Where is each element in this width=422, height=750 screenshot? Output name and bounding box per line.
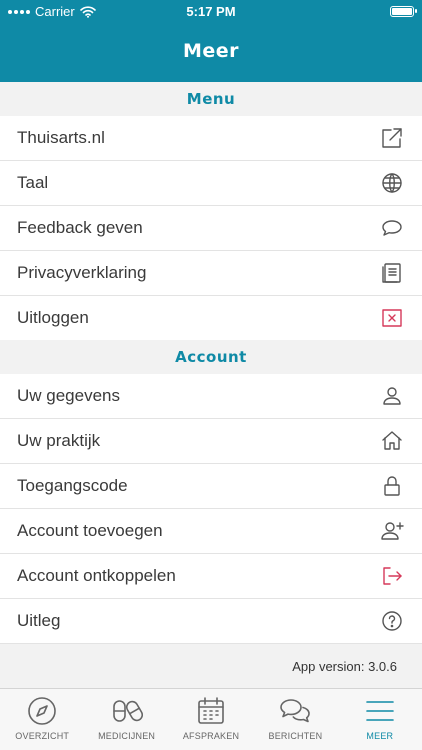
globe-icon — [378, 169, 406, 197]
page-title: Meer — [182, 40, 240, 62]
account-item-label: Toegangscode — [17, 476, 128, 495]
external-link-icon — [378, 124, 406, 152]
calendar-icon — [198, 697, 224, 724]
account-item-uitleg[interactable]: Uitleg — [0, 599, 422, 644]
menu-item-uitloggen[interactable]: Uitloggen — [0, 296, 422, 341]
account-item-label: Uw praktijk — [17, 431, 101, 450]
home-icon — [378, 427, 406, 455]
menu-item-label: Uitloggen — [17, 308, 89, 327]
menu-item-label: Thuisarts.nl — [17, 128, 105, 147]
close-box-icon — [378, 304, 406, 332]
menu-item-privacy[interactable]: Privacyverklaring — [0, 251, 422, 296]
menu-item-label: Taal — [17, 173, 49, 192]
chat-icon — [280, 699, 311, 723]
tab-bar: OVERZICHT MEDICIJNEN AFSPRAKEN BERICHTEN… — [0, 688, 422, 750]
menu-item-thuisarts[interactable]: Thuisarts.nl — [0, 116, 422, 161]
compass-icon — [28, 697, 57, 725]
tab-label: OVERZICHT — [15, 731, 70, 741]
user-icon — [378, 382, 406, 410]
lock-icon — [378, 472, 406, 500]
tab-meer[interactable]: MEER — [338, 689, 422, 750]
menu-item-label: Privacyverklaring — [17, 263, 147, 282]
speech-bubble-icon — [378, 214, 406, 242]
tab-afspraken[interactable]: AFSPRAKEN — [169, 689, 253, 750]
logout-icon — [378, 562, 406, 590]
menu-item-feedback[interactable]: Feedback geven — [0, 206, 422, 251]
account-item-label: Uitleg — [17, 611, 61, 630]
app-version: App version: 3.0.6 — [0, 652, 422, 686]
section-header-account: Account — [0, 340, 422, 374]
pills-icon — [112, 700, 143, 722]
account-item-toevoegen[interactable]: Account toevoegen — [0, 509, 422, 554]
add-user-icon — [378, 517, 406, 545]
account-item-toegangscode[interactable]: Toegangscode — [0, 464, 422, 509]
status-bar: Carrier 5:17 PM — [0, 2, 422, 22]
tab-label: MEDICIJNEN — [98, 731, 156, 741]
help-icon — [378, 607, 406, 635]
tab-overzicht[interactable]: OVERZICHT — [0, 689, 84, 750]
account-item-ontkoppelen[interactable]: Account ontkoppelen — [0, 554, 422, 599]
tab-berichten[interactable]: BERICHTEN — [253, 689, 337, 750]
tab-label: BERICHTEN — [268, 731, 323, 741]
account-item-praktijk[interactable]: Uw praktijk — [0, 419, 422, 464]
section-header-menu: Menu — [0, 82, 422, 116]
document-icon — [378, 259, 406, 287]
status-time: 5:17 PM — [186, 4, 236, 19]
tab-label: MEER — [366, 731, 394, 741]
account-item-label: Account toevoegen — [17, 521, 163, 540]
app-header: Carrier 5:17 PM Meer — [0, 0, 422, 82]
account-item-gegevens[interactable]: Uw gegevens — [0, 374, 422, 419]
tab-medicijnen[interactable]: MEDICIJNEN — [84, 689, 168, 750]
menu-icon — [366, 701, 394, 721]
tab-label: AFSPRAKEN — [182, 731, 240, 741]
menu-item-taal[interactable]: Taal — [0, 161, 422, 206]
account-item-label: Uw gegevens — [17, 386, 121, 405]
menu-item-label: Feedback geven — [17, 218, 143, 237]
battery-icon — [390, 6, 417, 17]
account-item-label: Account ontkoppelen — [17, 566, 176, 585]
